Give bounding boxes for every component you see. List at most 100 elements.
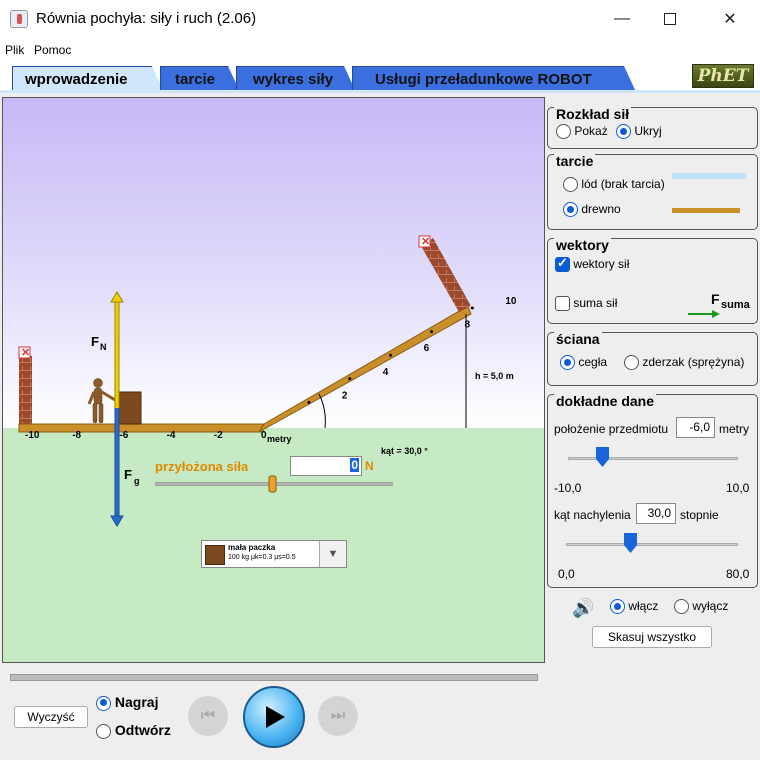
fn-subscript: N xyxy=(100,342,107,352)
ramp-tick-mark xyxy=(348,377,352,381)
radio-record[interactable]: Nagraj xyxy=(96,694,158,711)
radio-ice[interactable]: lód (brak tarcia) xyxy=(563,177,665,193)
gravity-force-arrowhead xyxy=(110,515,124,527)
panel-precise-data: dokładne dane położenie przedmiotu -6,0 … xyxy=(547,393,758,588)
reset-all-button[interactable]: Skasuj wszystko xyxy=(592,626,712,648)
angle-unit: stopnie xyxy=(680,508,719,522)
object-selector[interactable]: mała paczka 100 kg μk=0.3 μs=0.5 ▼ xyxy=(201,540,347,568)
panel-title-precise: dokładne dane xyxy=(554,393,657,409)
checkbox-sum-forces[interactable]: suma sił xyxy=(555,296,618,312)
play-area: ✕ ✕ h = 5,0 m kąt = 30,0 ° -10 -8 -6 -4 -2 0 2… xyxy=(2,97,545,663)
tab-friction[interactable]: tarcie xyxy=(160,66,240,92)
applied-force-slider-thumb[interactable] xyxy=(268,475,277,493)
tab-underline xyxy=(0,90,760,93)
tab-introduction[interactable]: wprowadzenie xyxy=(12,66,164,92)
menu-help[interactable]: Pomoc xyxy=(34,43,71,57)
angle-slider-label: kąt nachylenia xyxy=(554,508,631,522)
applied-force-label: przyłożona siła xyxy=(155,459,249,474)
fg-subscript: g xyxy=(134,476,140,486)
ramp-tick-mark xyxy=(430,330,434,334)
radio-sound-off[interactable]: wyłącz xyxy=(674,599,728,615)
applied-force-unit: N xyxy=(365,459,374,473)
panel-wall: ściana cegła zderzak (sprężyna) xyxy=(547,331,758,386)
radio-sound-on[interactable]: włącz xyxy=(610,599,659,615)
panel-vectors: wektory wektory sił suma sił F suma xyxy=(547,237,758,324)
radio-playback[interactable]: Odtwórz xyxy=(96,722,171,739)
title-bar: Równia pochyła: siły i ruch (2.06) — ✕ xyxy=(0,0,760,38)
angle-slider-track[interactable] xyxy=(566,543,738,546)
tick-label: -2 xyxy=(214,430,223,441)
tick-label: 8 xyxy=(465,320,471,331)
angle-label: kąt = 30,0 ° xyxy=(381,446,428,456)
maximize-icon[interactable] xyxy=(646,0,694,38)
phet-logo[interactable]: PhET xyxy=(692,64,754,88)
checkbox-force-vectors-label: wektory sił xyxy=(573,257,630,271)
wood-swatch xyxy=(672,208,740,213)
svg-text:✕: ✕ xyxy=(421,236,430,248)
simulation-canvas: ✕ ✕ h = 5,0 m kąt = 30,0 ° -10 -8 -6 -4 -2 0 2… xyxy=(18,235,517,527)
checkbox-sum-forces-label: suma sił xyxy=(573,296,618,310)
radio-spring-label: zderzak (sprężyna) xyxy=(642,355,745,369)
position-slider-track[interactable] xyxy=(568,457,738,460)
tick-label: -6 xyxy=(119,430,128,441)
angle-slider-thumb[interactable] xyxy=(624,533,637,553)
units-label: metry xyxy=(267,434,292,444)
radio-spring[interactable]: zderzak (sprężyna) xyxy=(624,355,745,371)
panel-title-forces: Rozkład sił xyxy=(554,106,632,122)
radio-wood[interactable]: drewno xyxy=(563,202,621,218)
close-icon[interactable]: ✕ xyxy=(706,0,754,38)
chevron-down-icon[interactable]: ▼ xyxy=(319,541,346,567)
position-unit: metry xyxy=(719,422,749,436)
panel-title-friction: tarcie xyxy=(554,153,596,169)
angle-input[interactable]: 30,0 xyxy=(636,503,676,524)
panel-title-vectors: wektory xyxy=(554,237,611,253)
playback-progress-track[interactable] xyxy=(10,674,538,681)
ramp-tick-mark xyxy=(470,306,474,310)
menu-file[interactable]: Plik xyxy=(5,43,24,57)
speaker-icon: 🔊 xyxy=(572,598,595,618)
checkbox-force-vectors[interactable]: wektory sił xyxy=(555,255,630,273)
tab-force-graph[interactable]: wykres siły xyxy=(236,66,356,92)
fsum-label: F xyxy=(711,291,720,307)
tick-label: 6 xyxy=(424,343,430,354)
play-icon xyxy=(266,706,285,728)
tick-label: 2 xyxy=(342,390,348,401)
panel-force-decomposition: Rozkład sił Pokaż Ukryj xyxy=(547,106,758,149)
angle-arc xyxy=(318,393,326,429)
tab-strip: wprowadzenie tarcie wykres siły Usługi p… xyxy=(0,62,760,92)
angle-min: 0,0 xyxy=(558,567,575,581)
window-title: Równia pochyła: siły i ruch (2.06) xyxy=(36,10,257,27)
position-input[interactable]: -6,0 xyxy=(676,417,715,438)
applied-force-input[interactable]: 0 xyxy=(290,456,362,476)
clear-button[interactable]: Wyczyść xyxy=(14,706,88,728)
mannequin-figure xyxy=(87,378,116,424)
rewind-icon[interactable]: ⏮ xyxy=(188,696,228,736)
tab-robot[interactable]: Usługi przeładunkowe ROBOT xyxy=(352,66,636,92)
radio-show[interactable]: Pokaż xyxy=(556,124,608,140)
minimize-icon[interactable]: — xyxy=(598,0,646,38)
radio-ice-label: lód (brak tarcia) xyxy=(581,177,665,191)
package-icon xyxy=(205,545,225,565)
normal-force-arrowhead xyxy=(110,291,124,303)
radio-hide-label: Ukryj xyxy=(634,124,662,138)
floor-plank xyxy=(18,423,264,433)
radio-playback-label: Odtwórz xyxy=(114,722,171,738)
step-forward-icon[interactable]: ⏭ xyxy=(318,696,358,736)
radio-hide[interactable]: Ukryj xyxy=(616,124,662,140)
radio-sound-on-label: włącz xyxy=(628,599,659,613)
position-label: położenie przedmiotu xyxy=(554,422,669,436)
panel-friction: tarcie lód (brak tarcia) drewno xyxy=(547,153,758,230)
small-package[interactable] xyxy=(116,391,142,425)
tick-label: 10 xyxy=(505,296,517,307)
play-button[interactable] xyxy=(243,686,305,748)
ramp-plank[interactable] xyxy=(258,305,472,433)
tick-label: -4 xyxy=(167,430,176,441)
right-wall xyxy=(421,238,471,312)
menu-bar: Plik Pomoc xyxy=(0,38,760,62)
radio-brick[interactable]: cegła xyxy=(560,355,607,371)
ice-swatch xyxy=(672,173,746,179)
height-label: h = 5,0 m xyxy=(475,371,514,381)
position-slider-thumb[interactable] xyxy=(596,447,609,467)
radio-record-label: Nagraj xyxy=(114,694,159,710)
angle-max: 80,0 xyxy=(726,567,750,581)
